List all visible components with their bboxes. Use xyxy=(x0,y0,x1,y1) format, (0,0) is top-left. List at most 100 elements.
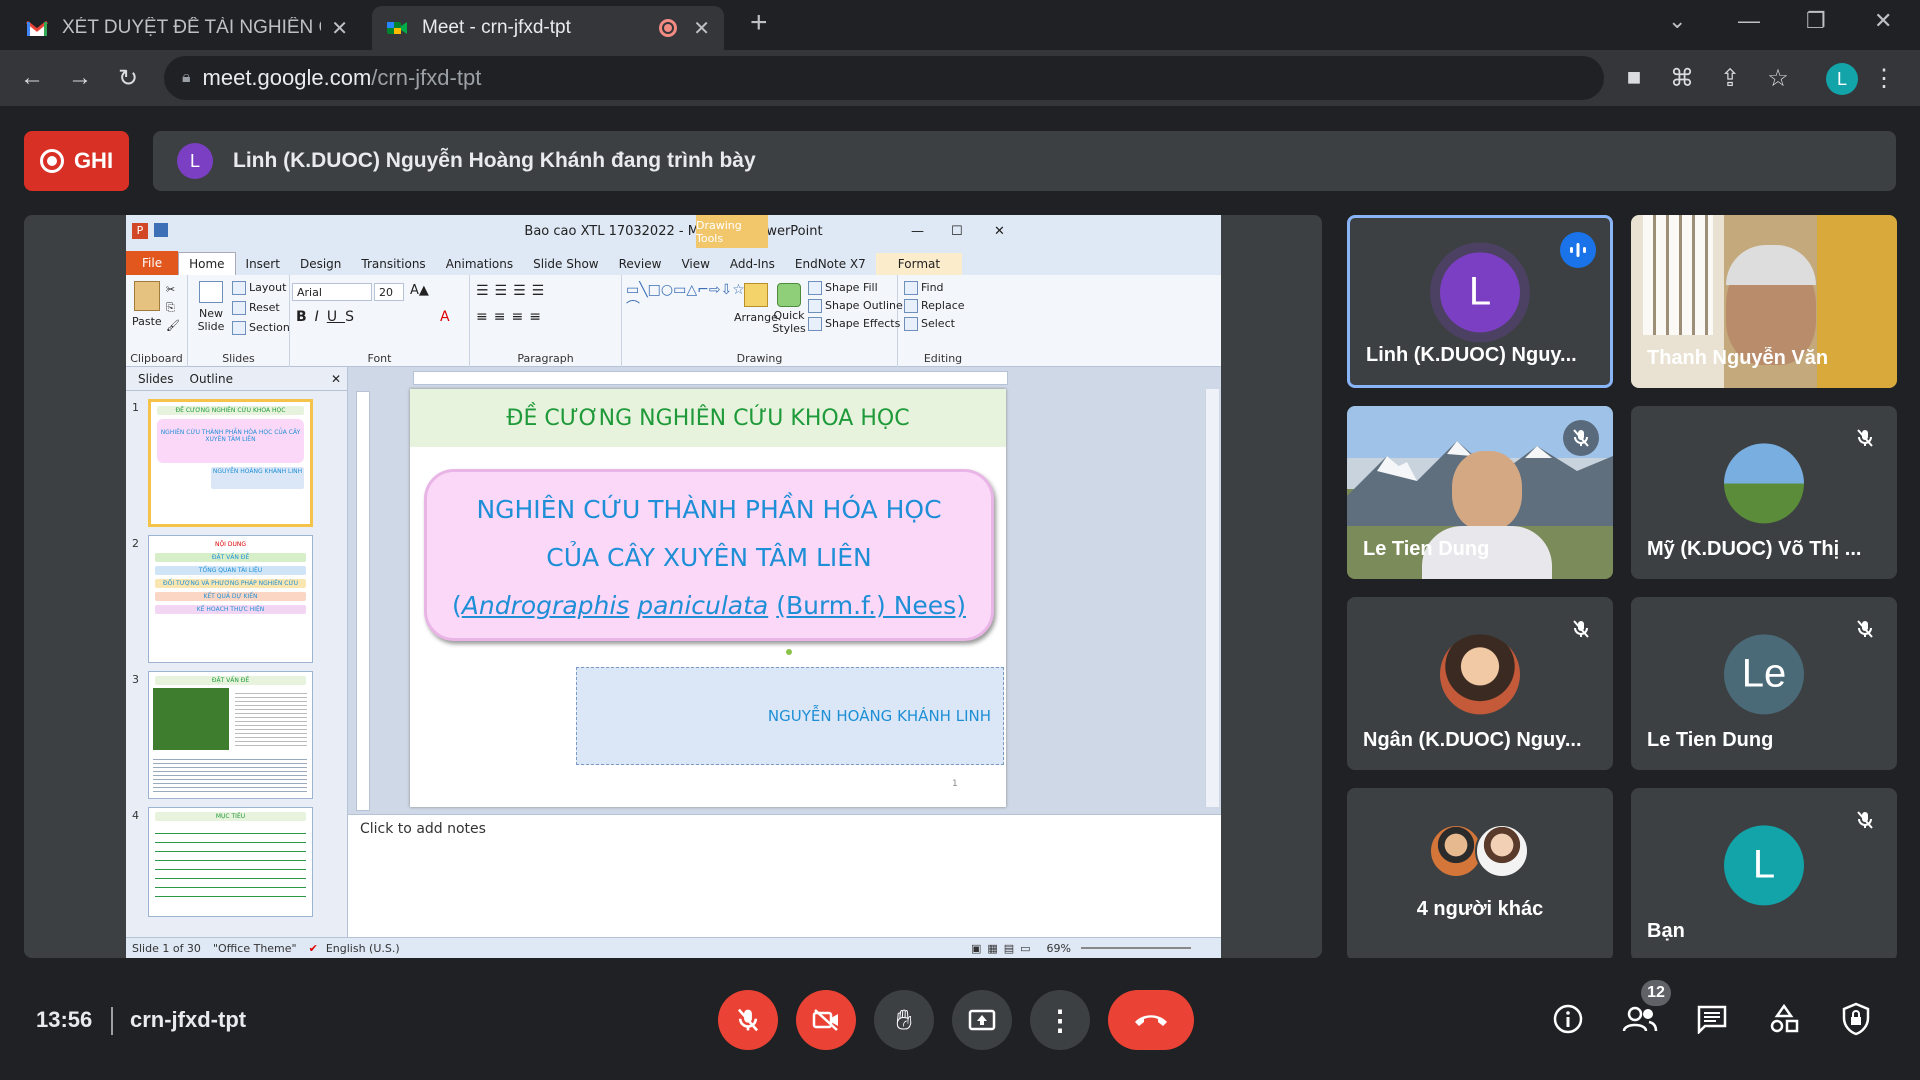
bookmark-star-icon[interactable]: ☆ xyxy=(1764,64,1792,93)
quick-styles-button[interactable]: Quick Styles xyxy=(772,283,806,335)
presenter-avatar: L xyxy=(177,143,213,179)
chat-button[interactable] xyxy=(1692,999,1732,1039)
section-button[interactable]: Section xyxy=(232,321,290,335)
tab-format[interactable]: Format xyxy=(875,253,963,275)
slide-thumbnail-2[interactable]: NỘI DUNG ĐẶT VẤN ĐỀ TỔNG QUAN TÀI LIỆU Đ… xyxy=(148,535,313,663)
genus-text: Andrographis xyxy=(461,591,630,620)
reset-button[interactable]: Reset xyxy=(232,301,280,315)
tab-meet[interactable]: Meet - crn-jfxd-tpt ✕ xyxy=(372,6,724,50)
camera-toggle-button[interactable] xyxy=(796,990,856,1050)
zoom-slider[interactable] xyxy=(1081,947,1191,949)
align-icons[interactable]: ≡≡≡≡ xyxy=(476,309,547,325)
participant-tile[interactable]: Le Le Tien Dung xyxy=(1631,597,1897,770)
font-name-select[interactable]: Arial xyxy=(292,283,372,301)
replace-button[interactable]: Replace xyxy=(904,299,965,313)
forward-icon[interactable]: → xyxy=(66,64,94,92)
close-window-button[interactable]: ✕ xyxy=(1874,8,1892,34)
ppt-maximize[interactable]: ☐ xyxy=(951,224,963,239)
new-slide-button[interactable]: New Slide xyxy=(194,281,228,333)
address-bar[interactable]: 🔒︎ meet.google.com/crn-jfxd-tpt xyxy=(164,56,1604,100)
tab-outline[interactable]: Outline xyxy=(190,372,233,386)
raise-hand-button[interactable]: ✋︎ xyxy=(874,990,934,1050)
back-icon[interactable]: ← xyxy=(18,64,46,92)
leave-call-button[interactable] xyxy=(1108,990,1194,1050)
meeting-details-button[interactable] xyxy=(1548,999,1588,1039)
species-text: paniculata xyxy=(637,591,769,620)
grow-font-icon[interactable]: A▲ xyxy=(410,283,429,298)
font-color-icon[interactable]: A xyxy=(440,309,450,325)
meeting-code[interactable]: crn-jfxd-tpt xyxy=(130,1007,246,1033)
menu-icon[interactable]: ⋮ xyxy=(1870,64,1898,93)
tab-transitions[interactable]: Transitions xyxy=(351,253,435,275)
minimize-button[interactable]: — xyxy=(1738,8,1760,34)
participant-tile[interactable]: L Linh (K.DUOC) Nguy... xyxy=(1347,215,1613,388)
save-icon[interactable] xyxy=(154,223,168,237)
cut-icon[interactable]: ✂ xyxy=(166,283,175,296)
translate-icon[interactable]: ⌘ xyxy=(1668,64,1696,93)
rotate-handle[interactable] xyxy=(786,649,792,655)
share-icon[interactable]: ⇪ xyxy=(1716,64,1744,93)
tab-insert[interactable]: Insert xyxy=(236,253,290,275)
format-painter-icon[interactable]: 🖌︎ xyxy=(166,319,180,332)
find-button[interactable]: Find xyxy=(904,281,944,295)
author-textbox[interactable]: NGUYỄN HOÀNG KHÁNH LINH xyxy=(576,667,1004,765)
ppt-minimize[interactable]: — xyxy=(911,224,924,239)
participant-tile[interactable]: Ngân (K.DUOC) Nguy... xyxy=(1347,597,1613,770)
self-tile[interactable]: L Bạn xyxy=(1631,788,1897,961)
ppt-close[interactable]: ✕ xyxy=(994,224,1005,239)
tab-file[interactable]: File xyxy=(126,251,179,275)
activities-button[interactable] xyxy=(1764,999,1804,1039)
font-style-buttons[interactable]: BIUS xyxy=(296,309,362,325)
font-size-select[interactable]: 20 xyxy=(374,283,404,301)
host-controls-button[interactable] xyxy=(1836,999,1876,1039)
others-tile[interactable]: 4 người khác xyxy=(1347,788,1613,961)
tab-home[interactable]: Home xyxy=(178,252,236,275)
tab-view[interactable]: View xyxy=(671,253,719,275)
tab-add-ins[interactable]: Add-Ins xyxy=(720,253,785,275)
restore-button[interactable]: ❐ xyxy=(1806,8,1826,34)
shape-outline-button[interactable]: Shape Outline xyxy=(808,299,903,313)
slide-canvas[interactable]: ĐỀ CƯƠNG NGHIÊN CỨU KHOA HỌC NGHIÊN CỨU … xyxy=(410,389,1006,807)
tab-search-icon[interactable]: ⌄ xyxy=(1668,8,1686,34)
participant-tile[interactable]: Mỹ (K.DUOC) Võ Thị ... xyxy=(1631,406,1897,579)
profile-avatar[interactable]: L xyxy=(1826,63,1858,95)
tab-animations[interactable]: Animations xyxy=(436,253,523,275)
close-tab-icon[interactable]: ✕ xyxy=(693,16,710,41)
slide-title-box[interactable]: NGHIÊN CỨU THÀNH PHẦN HÓA HỌC CỦA CÂY XU… xyxy=(424,469,994,641)
new-tab-button[interactable]: + xyxy=(750,6,768,40)
paste-button[interactable]: Paste xyxy=(132,281,162,328)
slide-thumbnail-1[interactable]: ĐỀ CƯƠNG NGHIÊN CỨU KHOA HỌC NGHIÊN CỨU … xyxy=(148,399,313,527)
camera-icon[interactable]: ■ xyxy=(1620,64,1648,92)
mic-toggle-button[interactable] xyxy=(718,990,778,1050)
reload-icon[interactable]: ↻ xyxy=(114,64,142,93)
select-button[interactable]: Select xyxy=(904,317,955,331)
tab-slides[interactable]: Slides xyxy=(138,372,174,386)
group-label: Editing xyxy=(923,352,963,365)
shape-effects-button[interactable]: Shape Effects xyxy=(808,317,900,331)
shapes-gallery[interactable]: ▭╲□○▭△⌐⇨⇩☆{}⌒ xyxy=(626,281,763,337)
tab-review[interactable]: Review xyxy=(609,253,672,275)
slide-header[interactable]: ĐỀ CƯƠNG NGHIÊN CỨU KHOA HỌC xyxy=(410,389,1006,447)
tab-title: XÉT DUYỆT ĐỀ TÀI NGHIÊN CỨU xyxy=(62,17,321,38)
view-buttons[interactable]: ▣▦▤▭ xyxy=(971,942,1037,955)
bullets-icon[interactable]: ☰☰☰☰ xyxy=(476,283,550,299)
participant-tile[interactable]: Le Tien Dung xyxy=(1347,406,1613,579)
close-tab-icon[interactable]: ✕ xyxy=(331,16,348,41)
tab-design[interactable]: Design xyxy=(290,253,351,275)
shape-fill-button[interactable]: Shape Fill xyxy=(808,281,878,295)
present-button[interactable] xyxy=(952,990,1012,1050)
layout-button[interactable]: Layout xyxy=(232,281,286,295)
close-pane-icon[interactable]: ✕ xyxy=(331,372,341,386)
more-options-button[interactable]: ⋮ xyxy=(1030,990,1090,1050)
slide-thumbnail-4[interactable]: MỤC TIÊU xyxy=(148,807,313,917)
tab-gmail[interactable]: XÉT DUYỆT ĐỀ TÀI NGHIÊN CỨU ✕ xyxy=(12,6,362,50)
spellcheck-icon[interactable]: ✔ xyxy=(309,942,318,955)
tab-endnote[interactable]: EndNote X7 xyxy=(785,253,876,275)
slide-thumbnail-3[interactable]: ĐẶT VẤN ĐỀ xyxy=(148,671,313,799)
copy-icon[interactable]: ⎘ xyxy=(166,301,175,315)
tab-slide-show[interactable]: Slide Show xyxy=(523,253,608,275)
recording-badge[interactable]: GHI xyxy=(24,131,129,191)
participant-tile[interactable]: Thanh Nguyễn Văn xyxy=(1631,215,1897,388)
notes-pane[interactable]: Click to add notes xyxy=(348,814,1221,937)
vertical-scrollbar[interactable] xyxy=(1205,389,1219,807)
